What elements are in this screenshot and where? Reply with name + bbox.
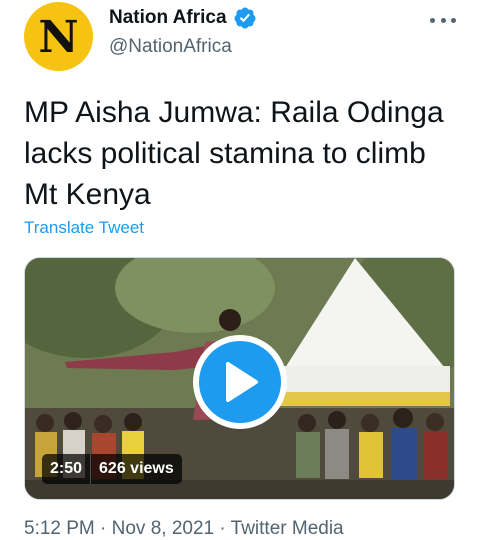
video-view-count: 626 views <box>99 460 174 477</box>
translate-tweet-link[interactable]: Translate Tweet <box>24 218 144 238</box>
video-meta-divider <box>90 454 92 484</box>
avatar[interactable]: N <box>24 2 93 71</box>
tweet-timestamp-source[interactable]: 5:12 PM · Nov 8, 2021 · Twitter Media <box>24 518 344 540</box>
video-duration: 2:50 <box>50 460 83 477</box>
play-button[interactable] <box>193 335 287 429</box>
video-meta-badge: 2:50 626 views <box>42 454 182 484</box>
author-display-name[interactable]: Nation Africa <box>109 7 227 29</box>
video-media[interactable]: 2:50 626 views <box>24 257 455 500</box>
play-icon <box>199 341 281 423</box>
tweet-card: N Nation Africa @NationAfrica MP Aisha J… <box>0 0 480 539</box>
more-options-icon[interactable] <box>430 10 456 30</box>
author-name-row: Nation Africa <box>109 6 257 30</box>
author-handle[interactable]: @NationAfrica <box>109 36 232 58</box>
avatar-logo-letter: N <box>38 11 79 63</box>
tweet-text: MP Aisha Jumwa: Raila Odinga lacks polit… <box>24 96 444 211</box>
verified-badge-icon <box>233 6 257 30</box>
